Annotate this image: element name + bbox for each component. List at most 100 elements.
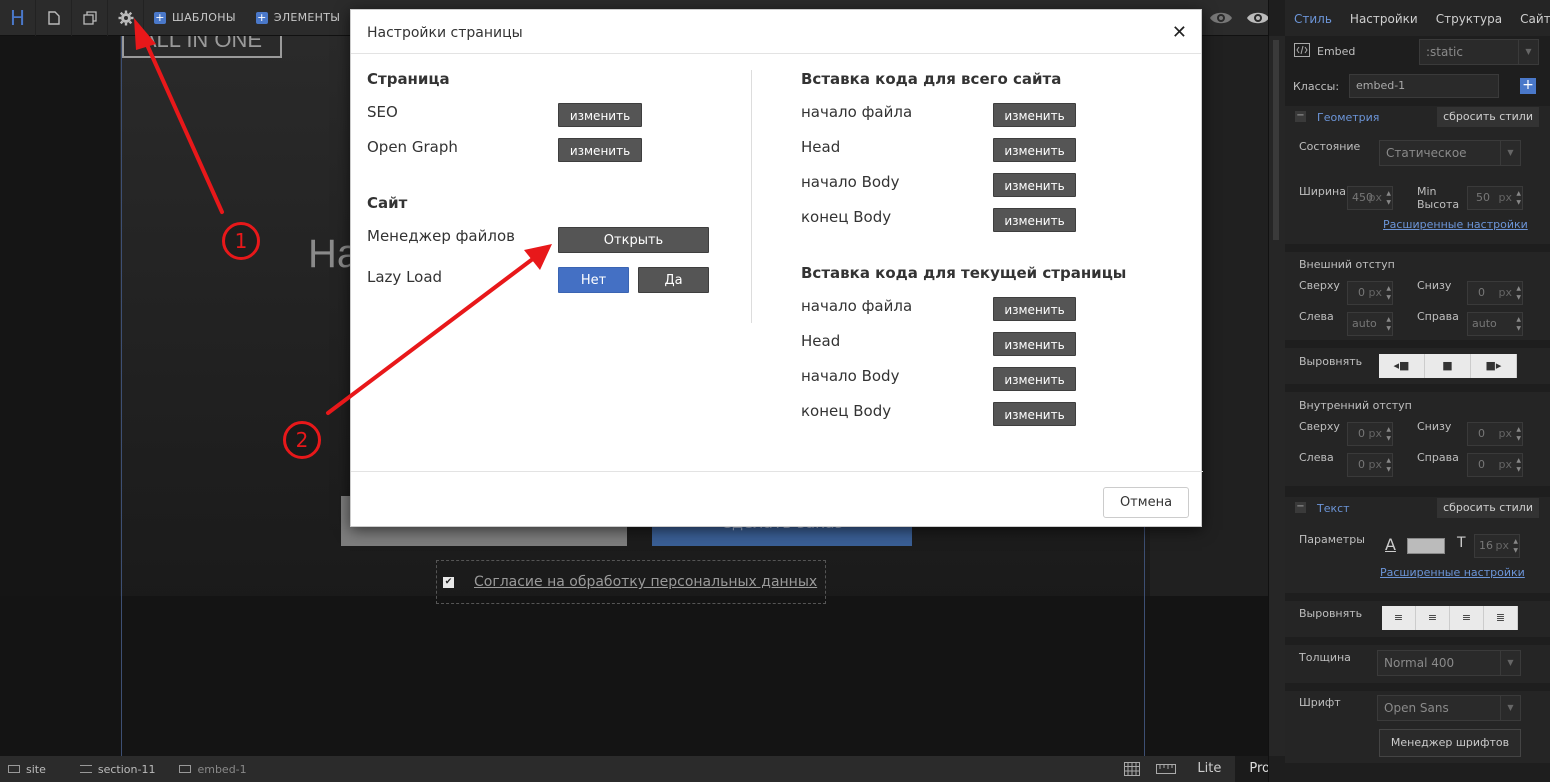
stepper-arrows-icon[interactable]: ▲ ▼ — [1386, 315, 1391, 333]
collapse-icon[interactable]: − — [1295, 111, 1306, 122]
templates-menu[interactable]: + ШАБЛОНЫ — [144, 0, 246, 36]
consent-row[interactable]: ✔ Согласие на обработку персональных дан… — [436, 560, 826, 604]
font-manager-button[interactable]: Менеджер шрифтов — [1379, 729, 1521, 757]
breadcrumb-section[interactable]: section-11 — [56, 756, 166, 782]
lazy-load-no-button[interactable]: Нет — [558, 267, 629, 293]
settings-button[interactable] — [108, 0, 144, 36]
geometry-reset-button[interactable]: сбросить стили — [1437, 107, 1539, 127]
open-file-manager-button[interactable]: Открыть — [558, 227, 709, 253]
stepper-arrows-icon[interactable]: ▲ ▼ — [1513, 537, 1518, 555]
tab-settings[interactable]: Настройки — [1341, 0, 1427, 36]
seo-edit-button[interactable]: изменить — [558, 103, 642, 127]
width-input[interactable]: 450 px ▲ ▼ — [1347, 186, 1393, 210]
align-right-icon[interactable]: ■▸ — [1471, 354, 1517, 378]
min-height-label: Min Высота — [1417, 185, 1460, 211]
page-head-edit-button[interactable]: изменить — [993, 332, 1076, 356]
font-family-value: Open Sans — [1384, 701, 1449, 715]
divider — [1285, 593, 1550, 601]
bottom-bar: site section-11 embed-1 Lite Pro — [0, 756, 1284, 782]
stepper-arrows-icon[interactable]: ▲ ▼ — [1516, 425, 1521, 443]
text-color-icon[interactable]: A — [1385, 535, 1396, 554]
tab-style[interactable]: Стиль — [1285, 0, 1341, 36]
breadcrumb-site[interactable]: site — [0, 756, 56, 782]
text-align-justify-icon[interactable]: ≣ — [1484, 606, 1518, 630]
margin-bottom-value: 0 — [1478, 286, 1485, 299]
collapse-icon[interactable]: − — [1295, 502, 1306, 513]
scrollbar-thumb[interactable] — [1273, 40, 1279, 240]
preview-eye-icon[interactable] — [1209, 8, 1233, 28]
text-align-center-icon[interactable]: ≡ — [1416, 606, 1450, 630]
tab-site[interactable]: Сайт — [1511, 0, 1550, 36]
margin-left-input[interactable]: auto ▲ ▼ — [1347, 312, 1393, 336]
page-settings-modal: Настройки страницы ✕ Страница SEO измени… — [350, 9, 1203, 527]
lazy-load-yes-button[interactable]: Да — [638, 267, 709, 293]
stepper-arrows-icon[interactable]: ▲ ▼ — [1516, 315, 1521, 333]
og-edit-button[interactable]: изменить — [558, 138, 642, 162]
text-reset-button[interactable]: сбросить стили — [1437, 498, 1539, 518]
tab-structure[interactable]: Структура — [1427, 0, 1511, 36]
stepper-arrows-icon[interactable]: ▲ ▼ — [1516, 284, 1521, 302]
font-family-select[interactable]: Open Sans ▼ — [1377, 695, 1521, 721]
text-align-right-icon[interactable]: ≡ — [1450, 606, 1484, 630]
align-center-icon[interactable]: ■ — [1425, 354, 1471, 378]
consent-checkbox[interactable]: ✔ — [443, 576, 454, 588]
site-body-end-edit-button[interactable]: изменить — [993, 208, 1076, 232]
seo-label: SEO — [367, 103, 398, 121]
text-align-label: Выровнять — [1299, 607, 1363, 620]
consent-link[interactable]: Согласие на обработку персональных данны… — [474, 574, 817, 590]
logo-button[interactable]: H — [0, 0, 36, 36]
stepper-arrows-icon[interactable]: ▲ ▼ — [1516, 456, 1521, 474]
classes-input[interactable]: embed-1 — [1349, 74, 1499, 98]
align-section: Выровнять ◂■ ■ ■▸ — [1285, 348, 1550, 384]
modal-header: Настройки страницы ✕ — [351, 10, 1201, 54]
min-height-input[interactable]: 50 px ▲ ▼ — [1467, 186, 1523, 210]
stepper-arrows-icon[interactable]: ▲ ▼ — [1386, 456, 1391, 474]
site-file-start-edit-button[interactable]: изменить — [993, 103, 1076, 127]
page-heading: Страница — [367, 70, 450, 88]
state-select[interactable]: :static ▼ — [1419, 39, 1539, 65]
font-size-input[interactable]: 16 px ▲ ▼ — [1474, 534, 1520, 558]
close-icon[interactable]: ✕ — [1172, 22, 1187, 43]
new-page-button[interactable] — [36, 0, 72, 36]
page-body-end-edit-button[interactable]: изменить — [993, 402, 1076, 426]
geometry-advanced-link[interactable]: Расширенные настройки — [1383, 218, 1528, 231]
position-state-select[interactable]: Статическое ▼ — [1379, 140, 1521, 166]
element-type-label: Embed — [1317, 45, 1356, 58]
padding-left-input[interactable]: 0 px ▲ ▼ — [1347, 453, 1393, 477]
stepper-arrows-icon[interactable]: ▲ ▼ — [1386, 189, 1391, 207]
page-body-end-label: конец Body — [801, 402, 892, 420]
padding-bottom-input[interactable]: 0 px ▲ ▼ — [1467, 422, 1523, 446]
grid-toggle[interactable] — [1115, 756, 1149, 782]
breadcrumb-embed[interactable]: embed-1 — [165, 756, 256, 782]
padding-top-input[interactable]: 0 px ▲ ▼ — [1347, 422, 1393, 446]
site-head-edit-button[interactable]: изменить — [993, 138, 1076, 162]
stepper-arrows-icon[interactable]: ▲ ▼ — [1386, 284, 1391, 302]
text-advanced-link[interactable]: Расширенные настройки — [1380, 566, 1525, 579]
mode-lite[interactable]: Lite — [1183, 756, 1235, 782]
add-class-button[interactable]: + — [1520, 78, 1536, 94]
text-header: − Текст сбросить стили — [1285, 497, 1550, 519]
margin-bottom-input[interactable]: 0 px ▲ ▼ — [1467, 281, 1523, 305]
page-body-start-edit-button[interactable]: изменить — [993, 367, 1076, 391]
hero-logo[interactable]: ALL IN ONE — [122, 36, 282, 58]
margin-right-input[interactable]: auto ▲ ▼ — [1467, 312, 1523, 336]
page-file-start-edit-button[interactable]: изменить — [993, 297, 1076, 321]
panel-scrollbar[interactable] — [1269, 36, 1285, 756]
margin-top-input[interactable]: 0 px ▲ ▼ — [1347, 281, 1393, 305]
padding-title: Внутренний отступ — [1299, 399, 1412, 412]
margin-right-label: Справа — [1417, 310, 1459, 323]
color-swatch[interactable] — [1407, 538, 1445, 554]
stepper-arrows-icon[interactable]: ▲ ▼ — [1386, 425, 1391, 443]
chevron-down-icon: ▼ — [1518, 40, 1538, 64]
align-left-icon[interactable]: ◂■ — [1379, 354, 1425, 378]
ruler-toggle[interactable] — [1149, 756, 1183, 782]
duplicate-button[interactable] — [72, 0, 108, 36]
cancel-button[interactable]: Отмена — [1103, 487, 1189, 518]
site-body-start-edit-button[interactable]: изменить — [993, 173, 1076, 197]
text-align-left-icon[interactable]: ≡ — [1382, 606, 1416, 630]
padding-right-input[interactable]: 0 px ▲ ▼ — [1467, 453, 1523, 477]
stepper-arrows-icon[interactable]: ▲ ▼ — [1516, 189, 1521, 207]
view-eye-icon[interactable] — [1246, 8, 1270, 28]
elements-menu[interactable]: + ЭЛЕМЕНТЫ — [246, 0, 350, 36]
font-weight-select[interactable]: Normal 400 ▼ — [1377, 650, 1521, 676]
